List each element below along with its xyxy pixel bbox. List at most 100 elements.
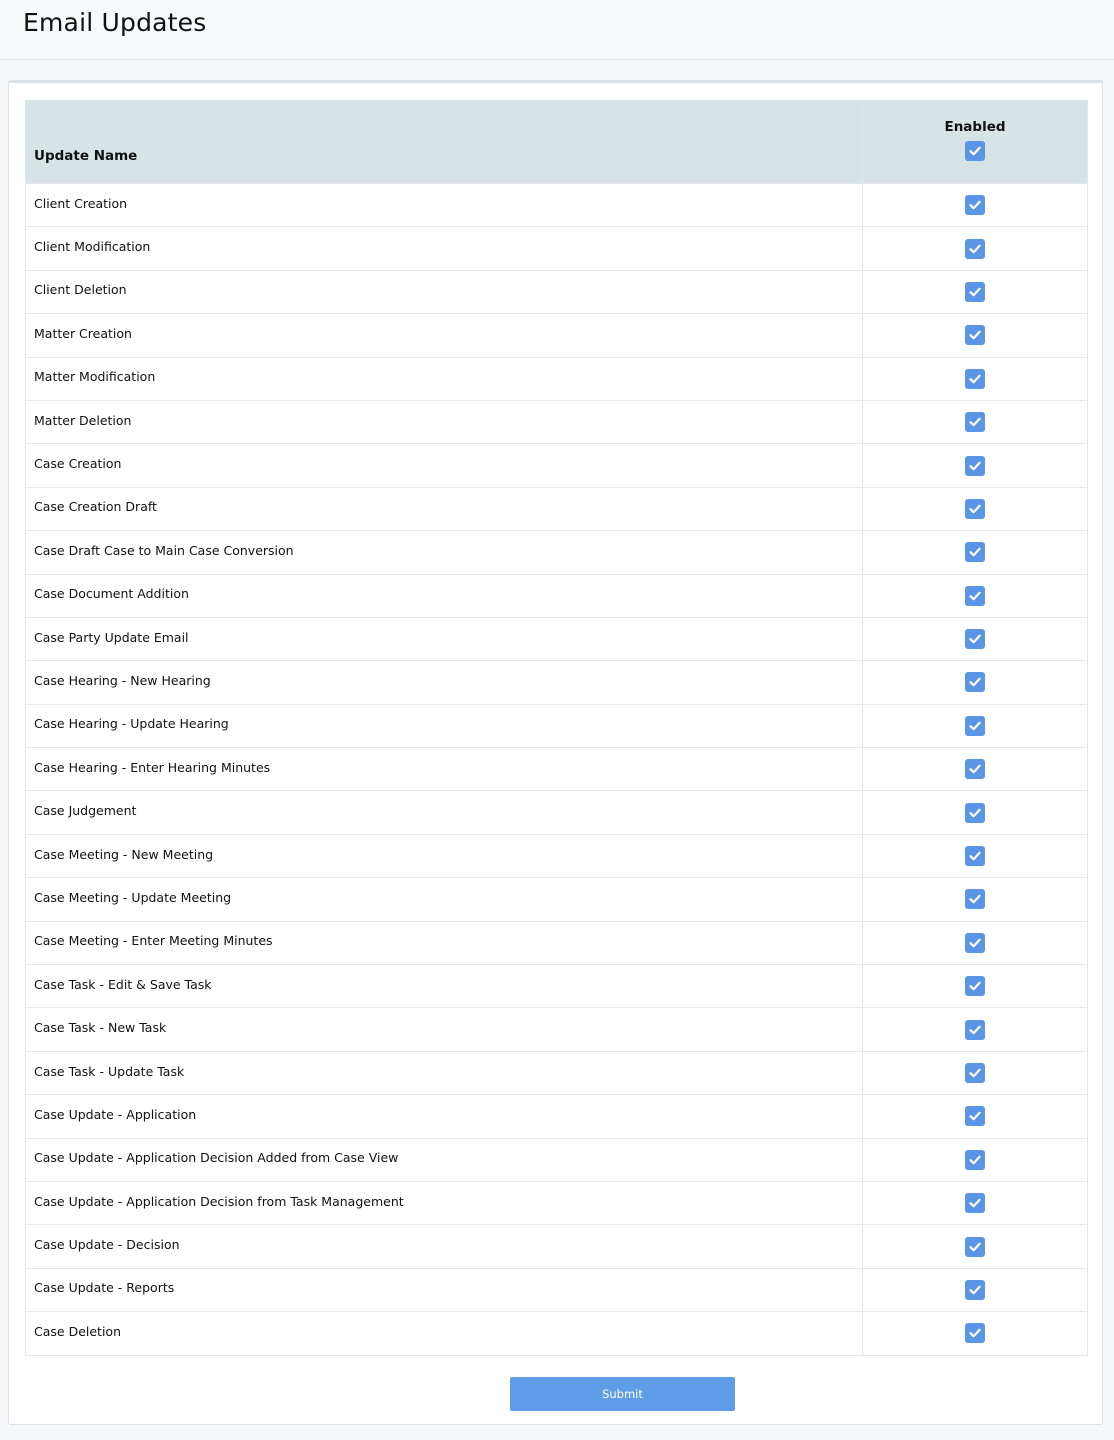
update-name-cell: Case Meeting - New Meeting [25, 833, 863, 879]
check-icon [969, 634, 981, 644]
enabled-checkbox[interactable] [965, 498, 985, 519]
enabled-checkbox[interactable] [965, 281, 985, 302]
enabled-cell [862, 747, 1088, 792]
enabled-checkbox[interactable] [965, 1323, 985, 1344]
table-row: Case Task - Update Task [25, 1050, 1088, 1096]
enabled-cell [862, 660, 1088, 705]
enabled-checkbox[interactable] [965, 976, 985, 997]
check-icon [969, 981, 981, 991]
update-name-cell: Case Document Addition [25, 573, 863, 618]
enabled-cell [862, 790, 1088, 835]
check-icon [969, 1242, 981, 1251]
enabled-checkbox[interactable] [965, 1019, 985, 1040]
check-icon [969, 591, 981, 601]
enabled-cell [862, 703, 1088, 749]
table-row: Case Hearing - New Hearing [25, 660, 1088, 705]
update-name-cell: Matter Deletion [25, 399, 863, 445]
enabled-checkbox[interactable] [965, 195, 985, 216]
table-row: Case Task - New Task [25, 1007, 1088, 1052]
check-icon [969, 146, 981, 156]
update-name-cell: Case Task - Edit & Save Task [25, 964, 863, 1009]
enabled-checkbox[interactable] [965, 1063, 985, 1083]
enabled-checkbox[interactable] [965, 629, 985, 650]
update-name-cell: Case Task - New Task [25, 1007, 863, 1052]
update-name-cell: Case Meeting - Enter Meeting Minutes [25, 920, 863, 966]
enabled-cell [862, 833, 1088, 879]
table-row: Case Update - Application Decision Added… [25, 1137, 1088, 1182]
table-body: Client Creation Client Modification Client… [25, 182, 1088, 1356]
update-name-cell: Case Judgement [25, 790, 863, 835]
table-row: Case Update - Application Decision from … [25, 1180, 1088, 1226]
table-row: Case Meeting - New Meeting [25, 833, 1088, 879]
update-name-cell: Case Update - Decision [25, 1224, 863, 1269]
update-name-cell: Client Deletion [25, 269, 863, 315]
check-icon [969, 200, 981, 210]
enabled-checkbox[interactable] [965, 1106, 985, 1127]
enabled-checkbox[interactable] [965, 1193, 985, 1214]
check-icon [969, 851, 981, 861]
table-row: Case Deletion [25, 1311, 1088, 1356]
table-row: Client Deletion [25, 269, 1088, 315]
update-name-header: Update Name [25, 100, 863, 184]
enabled-checkbox[interactable] [965, 325, 985, 346]
update-name-cell: Case Update - Application Decision from … [25, 1180, 863, 1226]
update-name-cell: Case Draft Case to Main Case Conversion [25, 530, 863, 575]
submit-button[interactable]: Submit [510, 1377, 735, 1411]
enabled-checkbox[interactable] [965, 715, 985, 736]
enabled-cell [862, 226, 1088, 271]
enabled-cell [862, 1311, 1088, 1356]
enabled-cell [862, 1267, 1088, 1313]
table-row: Case Update - Decision [25, 1224, 1088, 1269]
enabled-cell [862, 920, 1088, 966]
update-name-cell: Case Update - Reports [25, 1267, 863, 1313]
enabled-checkbox[interactable] [965, 238, 985, 259]
check-icon [969, 721, 981, 731]
update-name-cell: Matter Modification [25, 356, 863, 401]
select-all-checkbox[interactable] [965, 141, 985, 161]
check-icon [969, 287, 981, 297]
enabled-checkbox[interactable] [965, 368, 985, 389]
table-row: Matter Modification [25, 356, 1088, 401]
enabled-cell [862, 443, 1088, 488]
table-row: Case Document Addition [25, 573, 1088, 618]
check-icon [969, 1068, 981, 1078]
table-row: Case Judgement [25, 790, 1088, 835]
enabled-checkbox[interactable] [965, 585, 985, 606]
check-icon [969, 764, 981, 774]
table-row: Matter Creation [25, 313, 1088, 358]
enabled-checkbox[interactable] [965, 1279, 985, 1300]
enabled-checkbox[interactable] [965, 542, 985, 563]
check-icon [969, 331, 981, 340]
enabled-cell [862, 964, 1088, 1009]
check-icon [969, 895, 981, 904]
enabled-checkbox[interactable] [965, 455, 985, 476]
update-name-cell: Case Update - Application Decision Added… [25, 1137, 863, 1182]
enabled-checkbox[interactable] [965, 932, 985, 953]
enabled-checkbox[interactable] [965, 802, 985, 823]
enabled-checkbox[interactable] [965, 412, 985, 433]
enabled-checkbox[interactable] [965, 672, 985, 693]
enabled-checkbox[interactable] [965, 1149, 985, 1170]
update-name-cell: Case Meeting - Update Meeting [25, 877, 863, 922]
enabled-checkbox[interactable] [965, 846, 985, 867]
update-name-cell: Case Creation [25, 443, 863, 488]
enabled-cell [862, 1180, 1088, 1226]
check-icon [969, 548, 981, 557]
enabled-cell [862, 269, 1088, 315]
enabled-cell [862, 356, 1088, 401]
enabled-cell [862, 313, 1088, 358]
enabled-cell [862, 573, 1088, 618]
enabled-cell [862, 1050, 1088, 1096]
update-name-cell: Case Hearing - Enter Hearing Minutes [25, 747, 863, 792]
table-row: Client Modification [25, 226, 1088, 271]
enabled-checkbox[interactable] [965, 1236, 985, 1257]
table-row: Case Party Update Email [25, 616, 1088, 662]
table-row: Case Update - Application [25, 1094, 1088, 1139]
update-name-cell: Case Creation Draft [25, 486, 863, 532]
table-row: Case Meeting - Enter Meeting Minutes [25, 920, 1088, 966]
table-row: Case Update - Reports [25, 1267, 1088, 1313]
page-header: Email Updates [0, 0, 1114, 60]
enabled-checkbox[interactable] [965, 759, 985, 780]
enabled-checkbox[interactable] [965, 889, 985, 910]
update-name-cell: Matter Creation [25, 313, 863, 358]
